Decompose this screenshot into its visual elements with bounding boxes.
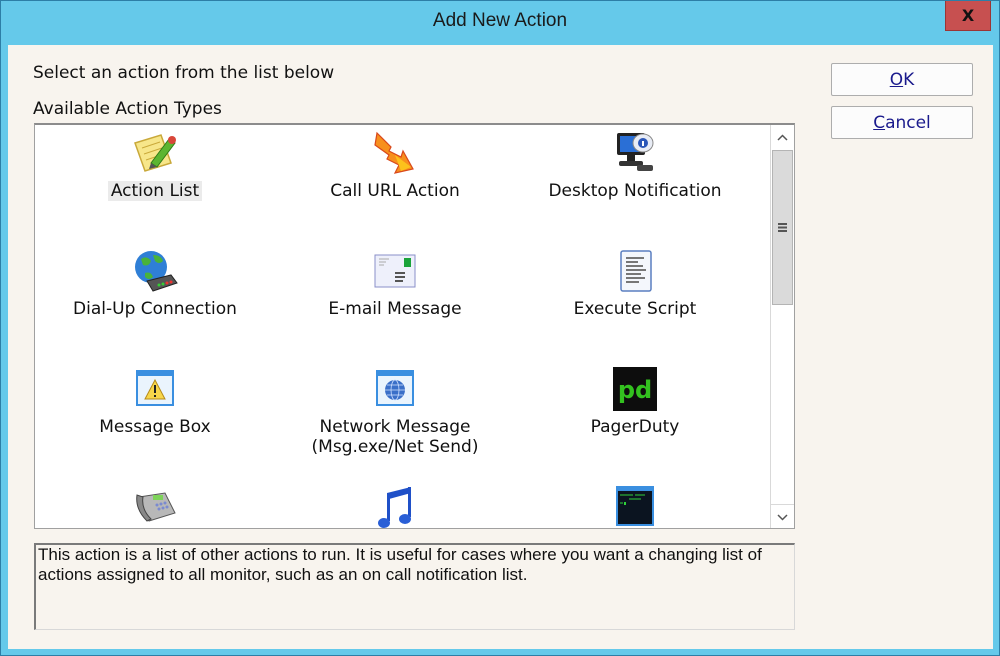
console-window-icon xyxy=(616,486,654,526)
script-document-icon xyxy=(620,250,652,292)
dialog-body: Select an action from the list below Ava… xyxy=(8,45,993,649)
instructions-label: Select an action from the list below xyxy=(33,63,335,83)
chevron-down-icon xyxy=(777,513,788,521)
action-label: Action List xyxy=(107,181,203,201)
action-label: Execute Script xyxy=(573,299,697,319)
chevron-up-icon xyxy=(777,133,788,141)
cancel-label: ancel xyxy=(885,112,931,133)
ok-accelerator: O xyxy=(889,69,904,90)
action-label: PagerDuty xyxy=(590,417,680,437)
title-bar[interactable]: Add New Action X xyxy=(1,1,999,44)
ok-button[interactable]: OK xyxy=(831,63,973,96)
action-label: Network Message (Msg.exe/Net Send) xyxy=(311,417,479,457)
action-item-action-list[interactable]: Action List xyxy=(35,129,275,201)
action-types-list[interactable]: Action List Call URL Action Desktop Noti… xyxy=(34,123,795,529)
action-item-phone[interactable] xyxy=(35,483,275,528)
scroll-down-button[interactable] xyxy=(771,504,794,528)
action-grid: Action List Call URL Action Desktop Noti… xyxy=(35,125,770,528)
music-note-icon xyxy=(378,487,411,528)
notepad-pencil-icon xyxy=(134,134,176,172)
action-item-message-box[interactable]: Message Box xyxy=(35,365,275,437)
action-label: Dial-Up Connection xyxy=(73,299,237,319)
svg-text:pd: pd xyxy=(618,376,652,404)
telephone-icon xyxy=(136,492,176,522)
monitor-info-icon xyxy=(617,133,654,171)
available-action-types-label: Available Action Types xyxy=(33,99,222,119)
dialog-title: Add New Action xyxy=(432,10,568,31)
grip-icon xyxy=(778,223,787,232)
globe-modem-icon xyxy=(135,251,178,292)
action-label: Desktop Notification xyxy=(548,181,722,201)
action-item-pagerduty[interactable]: pd PagerDuty xyxy=(515,365,755,437)
list-scrollbar[interactable] xyxy=(770,125,794,528)
action-description: This action is a list of other actions t… xyxy=(34,543,795,630)
envelope-icon xyxy=(374,254,416,288)
action-item-execute-script[interactable]: Execute Script xyxy=(515,247,755,319)
cancel-accelerator: C xyxy=(873,112,886,133)
action-item-call-url[interactable]: Call URL Action xyxy=(275,129,515,201)
action-label: Call URL Action xyxy=(330,181,460,201)
ok-label: K xyxy=(903,69,915,90)
action-item-email-message[interactable]: E-mail Message xyxy=(275,247,515,319)
action-label: Message Box xyxy=(99,417,211,437)
add-new-action-dialog: Add New Action X Select an action from t… xyxy=(0,0,1000,656)
close-button[interactable]: X xyxy=(945,1,991,31)
scroll-thumb[interactable] xyxy=(772,150,793,305)
warning-window-icon xyxy=(136,370,174,406)
pagerduty-logo-icon: pd xyxy=(613,367,657,411)
action-item-console[interactable] xyxy=(515,483,755,528)
action-label: E-mail Message xyxy=(328,299,462,319)
globe-window-icon xyxy=(376,370,414,406)
action-item-desktop-notification[interactable]: Desktop Notification xyxy=(515,129,755,201)
lightning-arrow-icon xyxy=(374,131,414,174)
cancel-button[interactable]: Cancel xyxy=(831,106,973,139)
action-item-network-message[interactable]: Network Message (Msg.exe/Net Send) xyxy=(275,365,515,457)
scroll-up-button[interactable] xyxy=(771,125,794,149)
action-item-dial-up-connection[interactable]: Dial-Up Connection xyxy=(35,247,275,319)
action-item-play-sound[interactable] xyxy=(275,483,515,528)
